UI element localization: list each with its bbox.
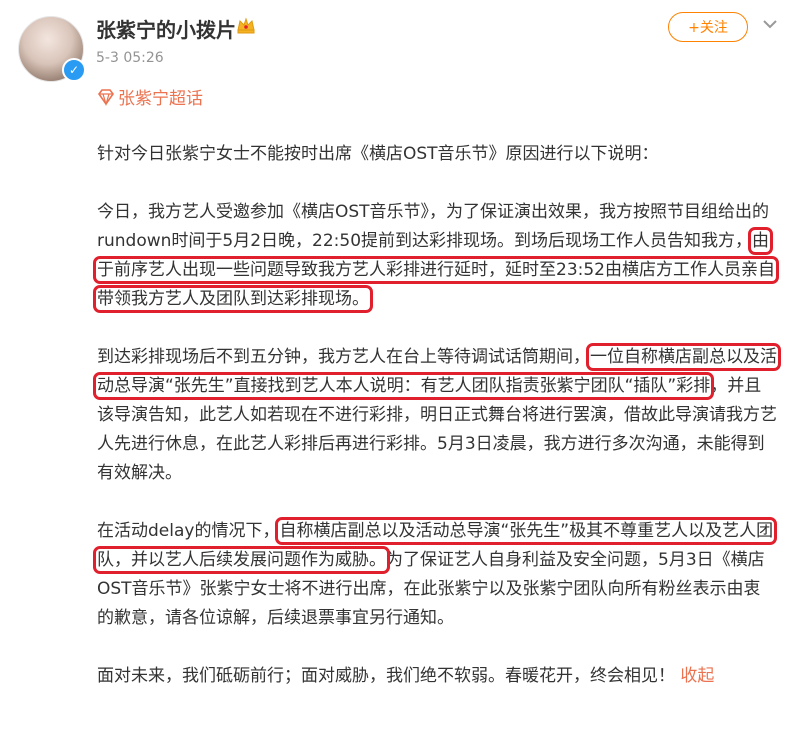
paragraph-rehearsal: 到达彩排现场后不到五分钟，我方艺人在台上等待调试话筒期间，一位自称横店副总以及活…	[93, 343, 781, 488]
paragraph-closing: 面对未来，我们砥砺前行；面对威胁，我们绝不软弱。春暖花开，终会相见！ 收起	[97, 662, 777, 691]
text-segment: 到达彩排现场后不到五分钟，我方艺人在台上等待调试话筒期间，	[97, 347, 590, 367]
username[interactable]: 张紫宁的小拨片	[96, 14, 236, 43]
topic-link[interactable]: 张紫宁超话	[96, 84, 203, 109]
text-segment: 今日，我方艺人受邀参加《横店OST音乐节》，为了保证演出效果，我方按照节目组给出…	[97, 202, 770, 251]
paragraph-intro: 针对今日张紫宁女士不能按时出席《横店OST音乐节》原因进行以下说明：	[97, 144, 659, 164]
post-content: 针对今日张紫宁女士不能按时出席《横店OST音乐节》原因进行以下说明： 今日，我方…	[92, 140, 781, 691]
follow-button[interactable]: +关注	[668, 12, 748, 42]
diamond-topic-icon	[98, 88, 114, 106]
text-segment: 面对未来，我们砥砺前行；面对威胁，我们绝不软弱。春暖花开，终会相见！	[97, 666, 675, 686]
paragraph-delay: 在活动delay的情况下，自称横店副总以及活动总导演“张先生”极其不尊重艺人以及…	[92, 517, 778, 633]
post-time[interactable]: 5-3 05:26	[96, 50, 164, 66]
collapse-link[interactable]: 收起	[680, 666, 714, 686]
chevron-down-icon[interactable]	[758, 12, 782, 36]
paragraph-arrival: 今日，我方艺人受邀参加《横店OST音乐节》，为了保证演出效果，我方按照节目组给出…	[93, 198, 779, 314]
text-segment: 在活动delay的情况下，	[97, 521, 280, 541]
crown-icon	[237, 17, 255, 34]
topic-label: 张紫宁超话	[118, 89, 203, 109]
verified-badge-icon: ✓	[62, 58, 86, 82]
